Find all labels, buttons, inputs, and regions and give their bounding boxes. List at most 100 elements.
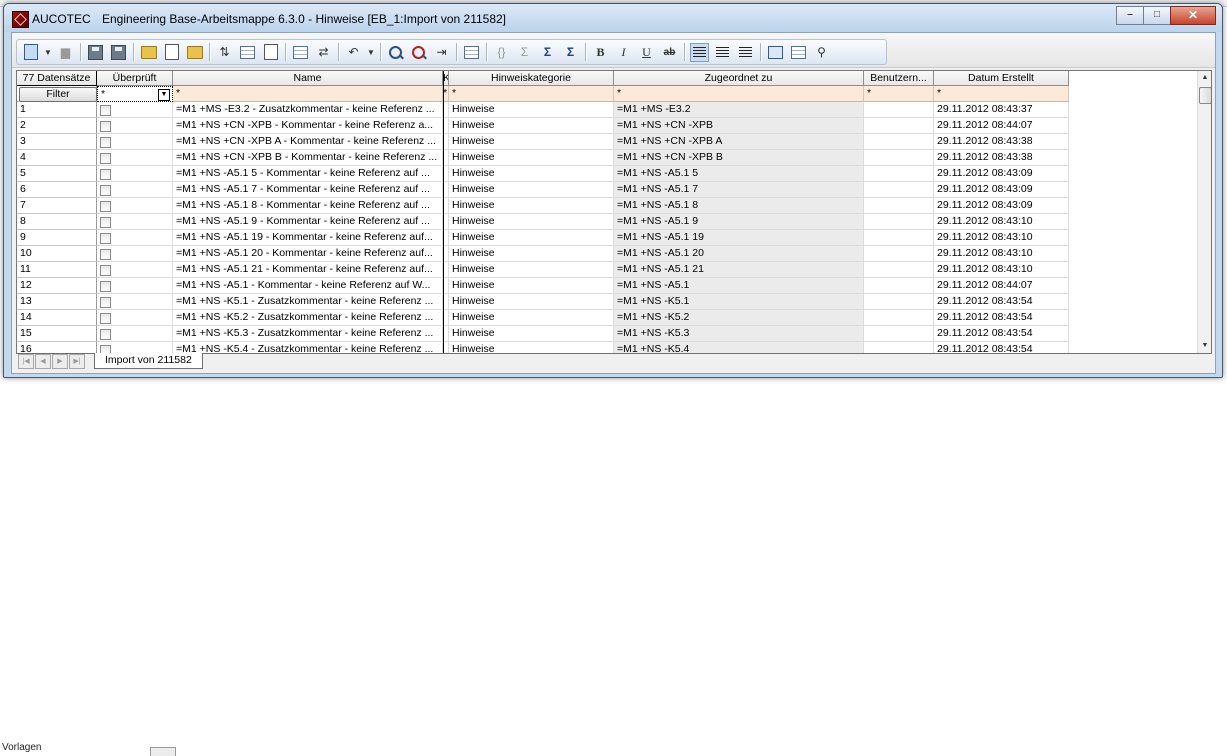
settings-icon[interactable] xyxy=(462,43,481,62)
assigned-cell[interactable]: =M1 +NS +CN -XPB A xyxy=(614,134,864,150)
assigned-cell[interactable]: =M1 +NS -A5.1 8 xyxy=(614,198,864,214)
name-cell[interactable]: =M1 +NS -A5.1 5 - Kommentar - keine Refe… xyxy=(173,166,443,182)
created-cell[interactable]: 29.11.2012 08:43:09 xyxy=(934,198,1069,214)
scroll-down-icon[interactable]: ▼ xyxy=(1198,339,1211,353)
checked-cell[interactable] xyxy=(97,118,173,134)
assigned-cell[interactable]: =M1 +NS -A5.1 21 xyxy=(614,262,864,278)
undo-dropdown-icon[interactable]: ▼ xyxy=(367,48,375,57)
filter-cell-created[interactable]: * xyxy=(934,86,1069,102)
folder-import-icon[interactable] xyxy=(185,43,204,62)
category-cell[interactable]: Hinweise xyxy=(449,118,614,134)
hierarchy-icon[interactable]: ⚲ xyxy=(812,43,831,62)
column-header-user[interactable]: Benutzern... xyxy=(864,71,934,86)
name-cell[interactable]: =M1 +NS -A5.1 9 - Kommentar - keine Refe… xyxy=(173,214,443,230)
checked-cell[interactable] xyxy=(97,134,173,150)
category-cell[interactable]: Hinweise xyxy=(449,150,614,166)
sheet-tab-import[interactable]: Import von 211582 xyxy=(94,353,203,369)
checkbox[interactable] xyxy=(100,105,111,116)
row-number[interactable]: 14 xyxy=(17,310,97,326)
open-folder-icon[interactable] xyxy=(139,43,158,62)
scroll-up-icon[interactable]: ▲ xyxy=(1198,71,1211,85)
category-cell[interactable]: Hinweise xyxy=(449,214,614,230)
user-cell[interactable] xyxy=(864,246,934,262)
user-cell[interactable] xyxy=(864,150,934,166)
name-cell[interactable]: =M1 +NS -A5.1 - Kommentar - keine Refere… xyxy=(173,278,443,294)
name-cell[interactable]: =M1 +NS +CN -XPB - Kommentar - keine Ref… xyxy=(173,118,443,134)
new-record-icon[interactable] xyxy=(21,43,40,62)
sum-s-icon[interactable]: Σ xyxy=(561,43,580,62)
name-cell[interactable]: =M1 +NS -A5.1 19 - Kommentar - keine Ref… xyxy=(173,230,443,246)
checked-cell[interactable] xyxy=(97,150,173,166)
goto-icon[interactable]: ⇥ xyxy=(432,43,451,62)
tab-last-icon[interactable]: ▶| xyxy=(69,354,85,369)
user-cell[interactable] xyxy=(864,310,934,326)
created-cell[interactable]: 29.11.2012 08:43:10 xyxy=(934,214,1069,230)
name-cell[interactable]: =M1 +NS -K5.3 - Zusatzkommentar - keine … xyxy=(173,326,443,342)
checkbox[interactable] xyxy=(100,137,111,148)
align-center-icon[interactable] xyxy=(713,43,732,62)
category-cell[interactable]: Hinweise xyxy=(449,278,614,294)
column-header-created[interactable]: Datum Erstellt xyxy=(934,71,1069,86)
row-number[interactable]: 15 xyxy=(17,326,97,342)
created-cell[interactable]: 29.11.2012 08:43:09 xyxy=(934,166,1069,182)
filter-button[interactable]: Filter xyxy=(19,87,97,102)
print-icon[interactable]: ▆ xyxy=(56,43,75,62)
save-icon[interactable] xyxy=(86,43,105,62)
sum-t-icon[interactable]: Σ xyxy=(538,43,557,62)
created-cell[interactable]: 29.11.2012 08:44:07 xyxy=(934,118,1069,134)
checked-cell[interactable] xyxy=(97,278,173,294)
row-number[interactable]: 5 xyxy=(17,166,97,182)
checkbox[interactable] xyxy=(100,233,111,244)
checkbox[interactable] xyxy=(100,329,111,340)
created-cell[interactable]: 29.11.2012 08:43:10 xyxy=(934,246,1069,262)
user-cell[interactable] xyxy=(864,294,934,310)
checkbox[interactable] xyxy=(100,185,111,196)
category-cell[interactable]: Hinweise xyxy=(449,166,614,182)
assigned-cell[interactable]: =M1 +NS -A5.1 19 xyxy=(614,230,864,246)
created-cell[interactable]: 29.11.2012 08:43:54 xyxy=(934,294,1069,310)
scroll-thumb[interactable] xyxy=(1199,87,1211,104)
checkbox[interactable] xyxy=(100,297,111,308)
row-number[interactable]: 3 xyxy=(17,134,97,150)
row-number[interactable]: 11 xyxy=(17,262,97,278)
checked-cell[interactable] xyxy=(97,246,173,262)
category-cell[interactable]: Hinweise xyxy=(449,198,614,214)
align-right-icon[interactable] xyxy=(736,43,755,62)
category-cell[interactable]: Hinweise xyxy=(449,246,614,262)
assigned-cell[interactable]: =M1 +NS +CN -XPB xyxy=(614,118,864,134)
user-cell[interactable] xyxy=(864,102,934,118)
category-cell[interactable]: Hinweise xyxy=(449,230,614,246)
row-number[interactable]: 10 xyxy=(17,246,97,262)
user-cell[interactable] xyxy=(864,182,934,198)
user-cell[interactable] xyxy=(864,166,934,182)
assigned-cell[interactable]: =M1 +NS -A5.1 xyxy=(614,278,864,294)
name-cell[interactable]: =M1 +NS +CN -XPB B - Kommentar - keine R… xyxy=(173,150,443,166)
vertical-scrollbar[interactable]: ▲ ▼ xyxy=(1197,71,1211,353)
created-cell[interactable]: 29.11.2012 08:43:38 xyxy=(934,134,1069,150)
save-all-icon[interactable] xyxy=(109,43,128,62)
checked-cell[interactable] xyxy=(97,198,173,214)
created-cell[interactable]: 29.11.2012 08:43:10 xyxy=(934,230,1069,246)
assigned-cell[interactable]: =M1 +NS -A5.1 20 xyxy=(614,246,864,262)
assigned-cell[interactable]: =M1 +NS +CN -XPB B xyxy=(614,150,864,166)
assigned-cell[interactable]: =M1 +NS -K5.2 xyxy=(614,310,864,326)
name-cell[interactable]: =M1 +NS -A5.1 8 - Kommentar - keine Refe… xyxy=(173,198,443,214)
checkbox[interactable] xyxy=(100,249,111,260)
filter-cell-name[interactable]: * xyxy=(173,86,443,102)
form-view-icon[interactable] xyxy=(789,43,808,62)
checked-cell[interactable] xyxy=(97,182,173,198)
assigned-cell[interactable]: =M1 +NS -A5.1 9 xyxy=(614,214,864,230)
find-replace-icon[interactable] xyxy=(409,43,428,62)
tab-first-icon[interactable]: |◀ xyxy=(18,354,34,369)
new-record-dropdown-icon[interactable]: ▼ xyxy=(44,48,52,57)
tree-view-icon[interactable] xyxy=(766,43,785,62)
row-number[interactable]: 4 xyxy=(17,150,97,166)
checkbox[interactable] xyxy=(100,201,111,212)
name-cell[interactable]: =M1 +NS -A5.1 21 - Kommentar - keine Ref… xyxy=(173,262,443,278)
column-header-category[interactable]: Hinweiskategorie xyxy=(449,71,614,86)
italic-icon[interactable]: I xyxy=(614,43,633,62)
assigned-cell[interactable]: =M1 +NS -K5.3 xyxy=(614,326,864,342)
assigned-cell[interactable]: =M1 +MS -E3.2 xyxy=(614,102,864,118)
assigned-cell[interactable]: =M1 +NS -K5.1 xyxy=(614,294,864,310)
user-cell[interactable] xyxy=(864,262,934,278)
